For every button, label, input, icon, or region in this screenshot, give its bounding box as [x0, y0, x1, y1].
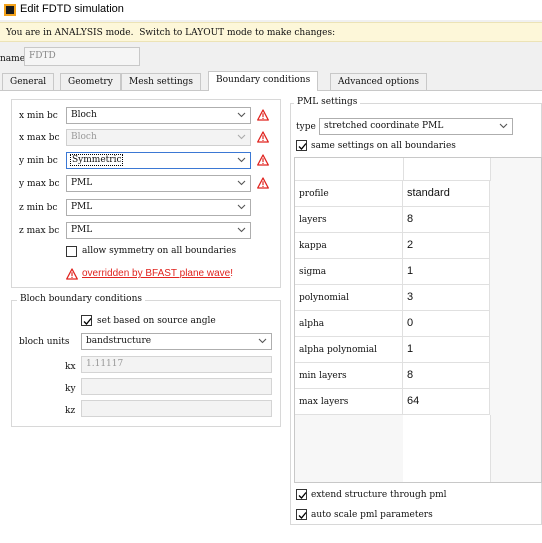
pml-table: profile standard layers 8 kappa 2 sigma 1 polyno…: [294, 157, 542, 483]
bc-select[interactable]: Bloch: [66, 107, 251, 124]
pml-type-label: type: [296, 122, 316, 132]
kz-label: kz: [65, 406, 76, 416]
warning-icon: [257, 131, 269, 143]
chevron-down-icon: [258, 338, 267, 344]
pml-table-key: layers: [295, 207, 403, 233]
chevron-down-icon: [499, 123, 508, 129]
checkmark-icon: [298, 492, 307, 499]
chevron-down-icon: [237, 157, 246, 163]
pml-table-key: sigma: [295, 259, 403, 285]
pml-table-value[interactable]: 8: [403, 207, 490, 233]
mode-info-bar: You are in ANALYSIS mode. Switch to LAYO…: [0, 22, 542, 42]
name-field[interactable]: FDTD: [24, 47, 140, 66]
pml-table-value[interactable]: standard: [403, 181, 490, 207]
tab-general[interactable]: General: [2, 73, 55, 90]
tab-boundary-conditions[interactable]: Boundary conditions: [208, 71, 319, 91]
kx-field[interactable]: 1.11117: [81, 356, 272, 373]
pml-table-value[interactable]: 8: [403, 363, 490, 389]
bc-row-label: z max bc: [19, 226, 60, 236]
set-based-label: set based on source angle: [97, 316, 216, 326]
bc-select-value: PML: [71, 202, 93, 212]
checkmark-icon: [298, 143, 307, 150]
chevron-down-icon: [237, 112, 246, 118]
app-icon: [4, 4, 16, 16]
pml-table-key: kappa: [295, 233, 403, 259]
pml-table-key: min layers: [295, 363, 403, 389]
same-settings-label: same settings on all boundaries: [311, 141, 456, 151]
pml-table-key: alpha: [295, 311, 403, 337]
pml-table-key: profile: [295, 181, 403, 207]
pml-type-value: stretched coordinate PML: [324, 121, 444, 131]
extend-structure-checkbox[interactable]: [296, 489, 307, 500]
name-label: name: [0, 54, 26, 64]
bc-row-label: x min bc: [19, 111, 58, 121]
pml-table-value[interactable]: 1: [403, 337, 490, 363]
pml-table-value[interactable]: 1: [403, 259, 490, 285]
same-settings-checkbox[interactable]: [296, 140, 307, 151]
window-title: Edit FDTD simulation: [20, 3, 124, 15]
kz-field[interactable]: [81, 400, 272, 417]
pml-table-header: [295, 158, 491, 181]
pml-type-select[interactable]: stretched coordinate PML: [319, 118, 513, 135]
pml-table-key: polynomial: [295, 285, 403, 311]
kx-label: kx: [65, 362, 76, 372]
checkmark-icon: [83, 318, 92, 325]
bloch-units-value: bandstructure: [86, 336, 152, 346]
bfast-warning-suffix: !: [230, 268, 234, 279]
bc-select-value: PML: [71, 225, 93, 235]
pml-table-value[interactable]: 0: [403, 311, 490, 337]
checkmark-icon: [298, 512, 307, 519]
set-based-checkbox[interactable]: [81, 315, 92, 326]
bc-select-value: Bloch: [71, 132, 97, 142]
pml-group-title: PML settings: [294, 97, 361, 107]
bloch-group-title: Bloch boundary conditions: [17, 294, 145, 304]
ky-field[interactable]: [81, 378, 272, 395]
bc-select[interactable]: PML: [66, 175, 251, 192]
bc-select[interactable]: PML: [66, 222, 251, 239]
pml-table-value[interactable]: 3: [403, 285, 490, 311]
bloch-units-select[interactable]: bandstructure: [81, 333, 272, 350]
chevron-down-icon: [237, 227, 246, 233]
pml-table-value[interactable]: 2: [403, 233, 490, 259]
bc-select[interactable]: Bloch: [66, 129, 251, 146]
bc-row-label: z min bc: [19, 203, 58, 213]
bfast-warning-link[interactable]: overridden by BFAST plane wave: [82, 268, 230, 279]
bc-group: [11, 99, 281, 288]
tab-mesh-settings[interactable]: Mesh settings: [121, 73, 202, 90]
allow-symmetry-label: allow symmetry on all boundaries: [82, 246, 237, 256]
extend-structure-label: extend structure through pml: [311, 490, 447, 500]
ky-label: ky: [65, 384, 76, 394]
warning-icon: [257, 154, 269, 166]
chevron-down-icon: [237, 134, 246, 140]
title-bar: Edit FDTD simulation: [0, 0, 542, 20]
auto-scale-checkbox[interactable]: [296, 509, 307, 520]
pml-table-value[interactable]: 64: [403, 389, 490, 415]
bc-select-value: Bloch: [71, 110, 97, 120]
bc-select[interactable]: PML: [66, 199, 251, 216]
allow-symmetry-checkbox[interactable]: [66, 246, 77, 257]
bc-row-label: y max bc: [19, 179, 60, 189]
pml-table-key: max layers: [295, 389, 403, 415]
tab-advanced-options[interactable]: Advanced options: [330, 73, 428, 90]
warning-icon: [257, 177, 269, 189]
bc-select-value: Symmetric: [69, 154, 124, 166]
tab-geometry[interactable]: Geometry: [60, 73, 121, 90]
mode-info-text: You are in ANALYSIS mode. Switch to LAYO…: [6, 28, 336, 38]
chevron-down-icon: [237, 204, 246, 210]
bc-row-label: x max bc: [19, 133, 60, 143]
bloch-units-label: bloch units: [19, 337, 70, 347]
pml-table-key: alpha polynomial: [295, 337, 403, 363]
warning-icon: [66, 268, 78, 280]
warning-icon: [257, 109, 269, 121]
auto-scale-label: auto scale pml parameters: [311, 510, 433, 520]
bc-select-value: PML: [71, 178, 93, 188]
bc-select[interactable]: Symmetric: [66, 152, 251, 169]
chevron-down-icon: [237, 180, 246, 186]
bc-row-label: y min bc: [19, 156, 58, 166]
